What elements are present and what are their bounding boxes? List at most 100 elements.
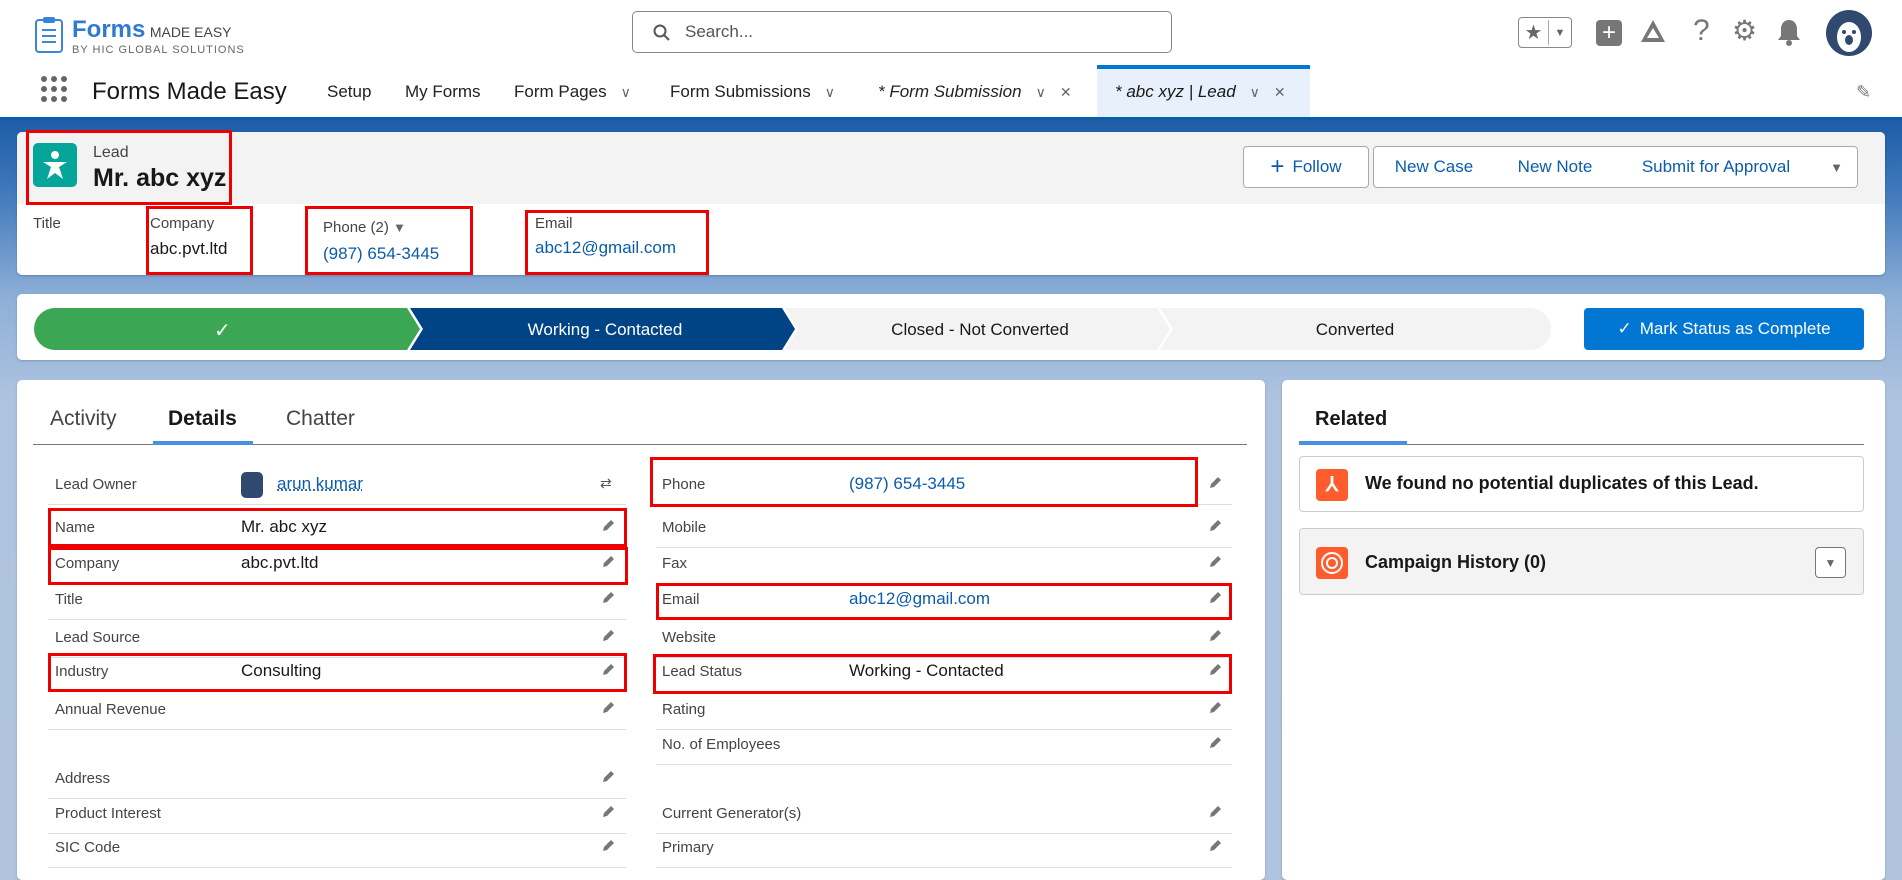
highlight-box bbox=[525, 210, 709, 275]
highlight-box bbox=[656, 583, 1232, 620]
nav-label: Form Pages bbox=[514, 82, 607, 101]
field-label: Fax bbox=[662, 555, 688, 572]
campaign-history-title[interactable]: Campaign History (0) bbox=[1365, 552, 1546, 573]
tab-form-submission[interactable]: * Form Submission ∨ ✕ bbox=[878, 82, 1072, 102]
chevron-down-icon[interactable]: ∨ bbox=[1036, 84, 1046, 100]
field-label: SIC Code bbox=[55, 839, 121, 856]
field-label: Title bbox=[55, 591, 83, 608]
field-label: Product Interest bbox=[55, 805, 161, 822]
follow-label: Follow bbox=[1292, 157, 1342, 176]
highlight-box bbox=[48, 547, 628, 585]
mark-status-complete-button[interactable]: ✓ Mark Status as Complete bbox=[1584, 308, 1864, 350]
duplicates-card: ⅄ We found no potential duplicates of th… bbox=[1299, 456, 1864, 512]
row-divider bbox=[48, 504, 626, 505]
edit-pencil-icon[interactable] bbox=[1207, 475, 1223, 491]
edit-pencil-icon[interactable] bbox=[1207, 735, 1223, 751]
row-divider bbox=[656, 547, 1232, 548]
check-icon: ✓ bbox=[1617, 319, 1632, 338]
edit-pencil-icon[interactable] bbox=[1207, 554, 1223, 570]
star-icon: ★ bbox=[1519, 20, 1549, 45]
field-label: No. of Employees bbox=[662, 736, 781, 753]
merge-icon: ⅄ bbox=[1316, 469, 1348, 501]
campaign-history-card: Campaign History (0) ▼ bbox=[1299, 528, 1864, 595]
campaign-icon bbox=[1316, 547, 1348, 579]
clipboard-icon bbox=[35, 17, 63, 53]
edit-pencil-icon[interactable] bbox=[1207, 700, 1223, 716]
close-icon[interactable]: ✕ bbox=[1274, 84, 1286, 100]
close-icon[interactable]: ✕ bbox=[1060, 84, 1072, 100]
row-divider bbox=[48, 833, 626, 834]
field-label: Primary bbox=[662, 839, 714, 856]
row-divider bbox=[656, 764, 1232, 765]
edit-pencil-icon[interactable] bbox=[600, 838, 616, 854]
edit-pencil-icon[interactable] bbox=[600, 769, 616, 785]
field-label: Address bbox=[55, 770, 111, 787]
follow-button[interactable]: + Follow bbox=[1243, 146, 1369, 188]
trailhead-icon[interactable] bbox=[1639, 18, 1667, 46]
app-name: Forms Made Easy bbox=[92, 78, 287, 105]
global-search-input[interactable]: Search... bbox=[632, 11, 1172, 53]
highlight-label-title: Title bbox=[33, 215, 61, 232]
nav-item-form-submissions[interactable]: Form Submissions ∨ bbox=[670, 82, 835, 102]
edit-pencil-icon[interactable] bbox=[1207, 804, 1223, 820]
row-divider bbox=[48, 798, 626, 799]
tab-chatter[interactable]: Chatter bbox=[286, 407, 355, 431]
change-owner-icon[interactable]: ⇄ bbox=[600, 475, 616, 491]
submit-for-approval-button[interactable]: Submit for Approval bbox=[1616, 146, 1817, 188]
row-divider bbox=[656, 729, 1232, 730]
notifications-bell-icon[interactable] bbox=[1776, 18, 1802, 46]
row-divider bbox=[656, 867, 1232, 868]
user-avatar[interactable] bbox=[1826, 10, 1872, 56]
path-stage-label: Closed - Not Converted bbox=[891, 320, 1069, 339]
setup-gear-icon[interactable]: ⚙ bbox=[1732, 14, 1757, 47]
edit-pencil-icon[interactable] bbox=[600, 628, 616, 644]
field-label: Website bbox=[662, 629, 716, 646]
nav-item-my-forms[interactable]: My Forms bbox=[405, 82, 481, 102]
app-launcher-icon[interactable] bbox=[40, 75, 68, 103]
highlight-box bbox=[48, 508, 627, 547]
edit-pencil-icon[interactable] bbox=[600, 700, 616, 716]
field-value[interactable]: arun kumar bbox=[277, 474, 363, 494]
favorites-button[interactable]: ★ ▼ bbox=[1518, 17, 1572, 48]
plus-icon: + bbox=[1270, 153, 1285, 180]
search-icon bbox=[653, 24, 670, 41]
global-create-icon[interactable]: + bbox=[1596, 20, 1622, 46]
edit-pencil-icon[interactable] bbox=[1207, 518, 1223, 534]
edit-pencil-icon[interactable] bbox=[600, 590, 616, 606]
app-logo[interactable]: Forms MADE EASY BY HIC GLOBAL SOLUTIONS bbox=[34, 16, 245, 56]
search-placeholder: Search... bbox=[685, 22, 754, 41]
highlight-box bbox=[653, 654, 1232, 694]
path-stage-label: Converted bbox=[1315, 320, 1395, 339]
edit-pencil-icon[interactable] bbox=[1207, 838, 1223, 854]
field-label: Current Generator(s) bbox=[662, 805, 802, 822]
new-note-button[interactable]: New Note bbox=[1494, 146, 1617, 188]
nav-item-form-pages[interactable]: Form Pages ∨ bbox=[514, 82, 631, 102]
tab-label: * abc xyz | Lead bbox=[1115, 82, 1236, 101]
nav-item-setup[interactable]: Setup bbox=[327, 82, 371, 102]
tab-related[interactable]: Related bbox=[1315, 408, 1387, 431]
new-case-button[interactable]: New Case bbox=[1373, 146, 1495, 188]
logo-subtitle: BY HIC GLOBAL SOLUTIONS bbox=[72, 44, 245, 56]
edit-pencil-icon[interactable] bbox=[600, 804, 616, 820]
row-divider bbox=[656, 833, 1232, 834]
tab-details[interactable]: Details bbox=[168, 407, 237, 431]
global-header: Forms MADE EASY BY HIC GLOBAL SOLUTIONS … bbox=[0, 0, 1902, 65]
active-tab-indicator bbox=[1299, 441, 1407, 445]
chevron-down-icon[interactable]: ∨ bbox=[621, 84, 631, 100]
tab-activity[interactable]: Activity bbox=[50, 407, 117, 431]
tab-abc-xyz-lead[interactable]: * abc xyz | Lead ∨ ✕ bbox=[1097, 65, 1310, 117]
campaign-dropdown-chevron-icon[interactable]: ▼ bbox=[1815, 547, 1846, 578]
details-card bbox=[17, 380, 1265, 880]
chevron-down-icon[interactable]: ∨ bbox=[825, 84, 835, 100]
duplicates-message: We found no potential duplicates of this… bbox=[1365, 473, 1759, 493]
edit-pencil-icon[interactable] bbox=[1207, 628, 1223, 644]
edit-nav-pencil-icon[interactable]: ✎ bbox=[1856, 82, 1871, 103]
highlight-box bbox=[26, 130, 232, 205]
highlight-box bbox=[305, 206, 473, 275]
active-tab-indicator bbox=[153, 441, 253, 445]
chevron-down-icon[interactable]: ∨ bbox=[1250, 84, 1260, 100]
more-actions-chevron-icon[interactable]: ▼ bbox=[1816, 146, 1858, 188]
logo-suffix: MADE EASY bbox=[149, 24, 232, 40]
field-label: Mobile bbox=[662, 519, 707, 536]
help-icon[interactable]: ? bbox=[1693, 14, 1710, 48]
